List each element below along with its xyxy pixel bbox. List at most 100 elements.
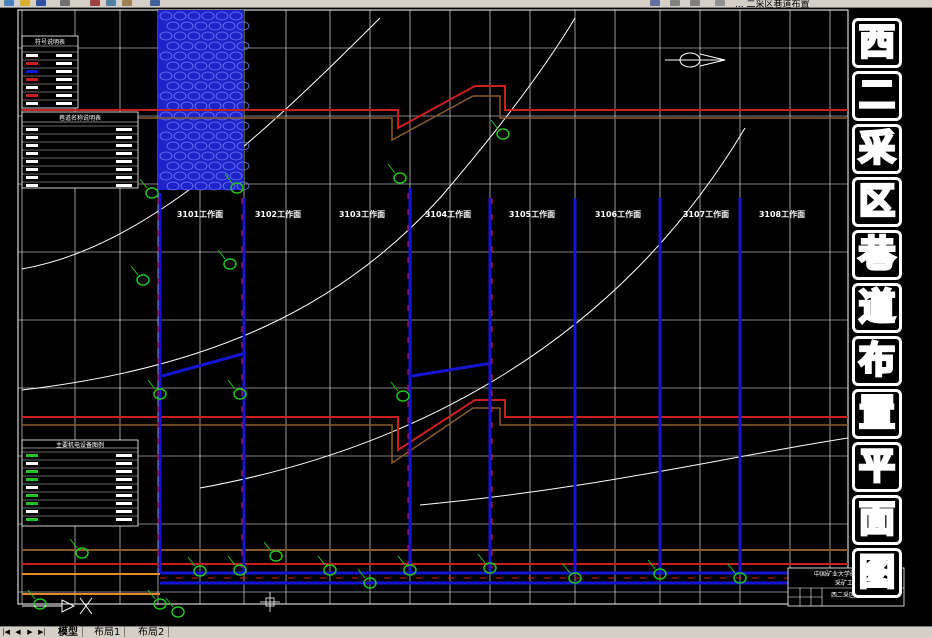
legend-swatch — [26, 136, 38, 139]
legend-text-block — [116, 494, 132, 497]
marker-leader — [387, 163, 396, 174]
legend-text-block — [56, 86, 72, 89]
match-icon[interactable] — [715, 0, 725, 6]
legend-text-block — [116, 128, 132, 131]
legend-equipment-table — [21, 439, 139, 527]
legend-swatch — [26, 510, 38, 513]
marker-leader — [139, 178, 148, 189]
vertical-title-char: 巷 — [852, 230, 902, 280]
legend-equipment-title: 主要机电设备图例 — [55, 442, 104, 449]
legend-text-block — [116, 144, 132, 147]
print-icon[interactable] — [60, 0, 70, 6]
legend-swatch — [26, 70, 38, 73]
coal-seam-hatch — [158, 10, 250, 191]
legend-swatch — [26, 184, 38, 187]
legend-swatch — [26, 102, 38, 105]
last-tab-icon[interactable]: ▶| — [38, 628, 46, 636]
cut-icon[interactable] — [90, 0, 100, 6]
equipment-marker-icon — [496, 128, 510, 140]
legend-text-block — [56, 62, 72, 65]
equipment-marker-icon — [269, 550, 283, 562]
legend-swatch — [26, 486, 38, 489]
copy-icon[interactable] — [106, 0, 116, 6]
legend-swatch — [26, 152, 38, 155]
marker-leader — [477, 553, 486, 564]
legend-text-block — [56, 94, 72, 97]
prev-tab-icon[interactable]: ◀ — [14, 628, 22, 636]
vertical-title-char: 道 — [852, 283, 902, 333]
legend-text-block — [116, 152, 132, 155]
vertical-title-char: 面 — [852, 495, 902, 545]
legend-swatch — [26, 54, 38, 57]
vertical-title-char: 布 — [852, 336, 902, 386]
legend-swatch — [26, 518, 38, 521]
vertical-title-char: 采 — [852, 124, 902, 174]
legend-text-block — [116, 160, 132, 163]
equipment-marker-icon — [223, 258, 237, 270]
workface-label: 3106工作面 — [595, 209, 641, 219]
legend-text-block — [116, 518, 132, 521]
vertical-title-char: 二 — [852, 71, 902, 121]
marker-leader — [147, 379, 156, 390]
new-icon[interactable] — [4, 0, 14, 6]
crosshair-cursor-icon — [260, 592, 280, 612]
save-icon[interactable] — [36, 0, 46, 6]
legend-text-block — [116, 486, 132, 489]
main-roadways — [22, 85, 848, 595]
legend-symbols-title: 符号说明表 — [34, 39, 65, 46]
vertical-title-char: 置 — [852, 389, 902, 439]
contour-lines — [21, 17, 849, 506]
legend-text-block — [116, 184, 132, 187]
marker-leader — [217, 249, 226, 260]
legend-swatch — [26, 478, 38, 481]
vertical-drawing-title: 西二采区巷道布置平面图 — [852, 18, 902, 598]
tab-model[interactable]: 模型 — [54, 627, 83, 638]
equipment-marker-icon — [171, 606, 185, 618]
vertical-title-char: 区 — [852, 177, 902, 227]
legend-swatch — [26, 94, 38, 97]
legend-swatch — [26, 502, 38, 505]
equipment-marker-icon — [393, 172, 407, 184]
legend-swatch — [26, 176, 38, 179]
drawing-frame — [17, 9, 849, 605]
legend-symbols-table — [21, 35, 79, 109]
legend-swatch — [26, 168, 38, 171]
legend-swatch — [26, 128, 38, 131]
toolbar: ... 二采区巷道布置 — [0, 0, 932, 10]
legend-roadway-table — [21, 111, 139, 189]
zoom-icon[interactable] — [690, 0, 700, 6]
marker-leader — [390, 381, 399, 392]
tab-layout1[interactable]: 布局1 — [90, 627, 126, 638]
undo-icon[interactable] — [150, 0, 160, 6]
legend-swatch — [26, 144, 38, 147]
first-tab-icon[interactable]: |◀ — [2, 628, 10, 636]
workface-label: 3101工作面 — [177, 209, 223, 219]
workface-label: 3102工作面 — [255, 209, 301, 219]
legend-text-block — [116, 176, 132, 179]
marker-leader — [69, 538, 78, 549]
marker-leader — [165, 597, 174, 608]
marker-leader — [227, 379, 236, 390]
equipment-marker-icon — [145, 187, 159, 199]
legend-text-block — [56, 54, 72, 57]
workface-label: 3104工作面 — [425, 209, 471, 219]
workface-label: 3107工作面 — [683, 209, 729, 219]
drawing-canvas[interactable]: 3101工作面 3102工作面 3103工作面 3104工作面 3105工作面 3106工… — [0, 8, 932, 626]
legend-swatch — [26, 454, 38, 457]
layer-icon[interactable] — [650, 0, 660, 6]
paste-icon[interactable] — [122, 0, 132, 6]
next-tab-icon[interactable]: ▶ — [26, 628, 34, 636]
properties-icon[interactable] — [670, 0, 680, 6]
vertical-title-char: 图 — [852, 548, 902, 598]
equipment-markers — [27, 119, 747, 618]
legend-text-block — [116, 136, 132, 139]
tab-layout2[interactable]: 布局2 — [134, 627, 170, 638]
workface-label: 3103工作面 — [339, 209, 385, 219]
legend-text-block — [116, 502, 132, 505]
legend-roadway-title: 巷道名称说明表 — [58, 115, 101, 122]
legend-swatch — [26, 494, 38, 497]
legend-text-block — [116, 454, 132, 457]
north-arrow-icon — [665, 52, 726, 68]
legend-text-block — [116, 478, 132, 481]
open-icon[interactable] — [20, 0, 30, 6]
